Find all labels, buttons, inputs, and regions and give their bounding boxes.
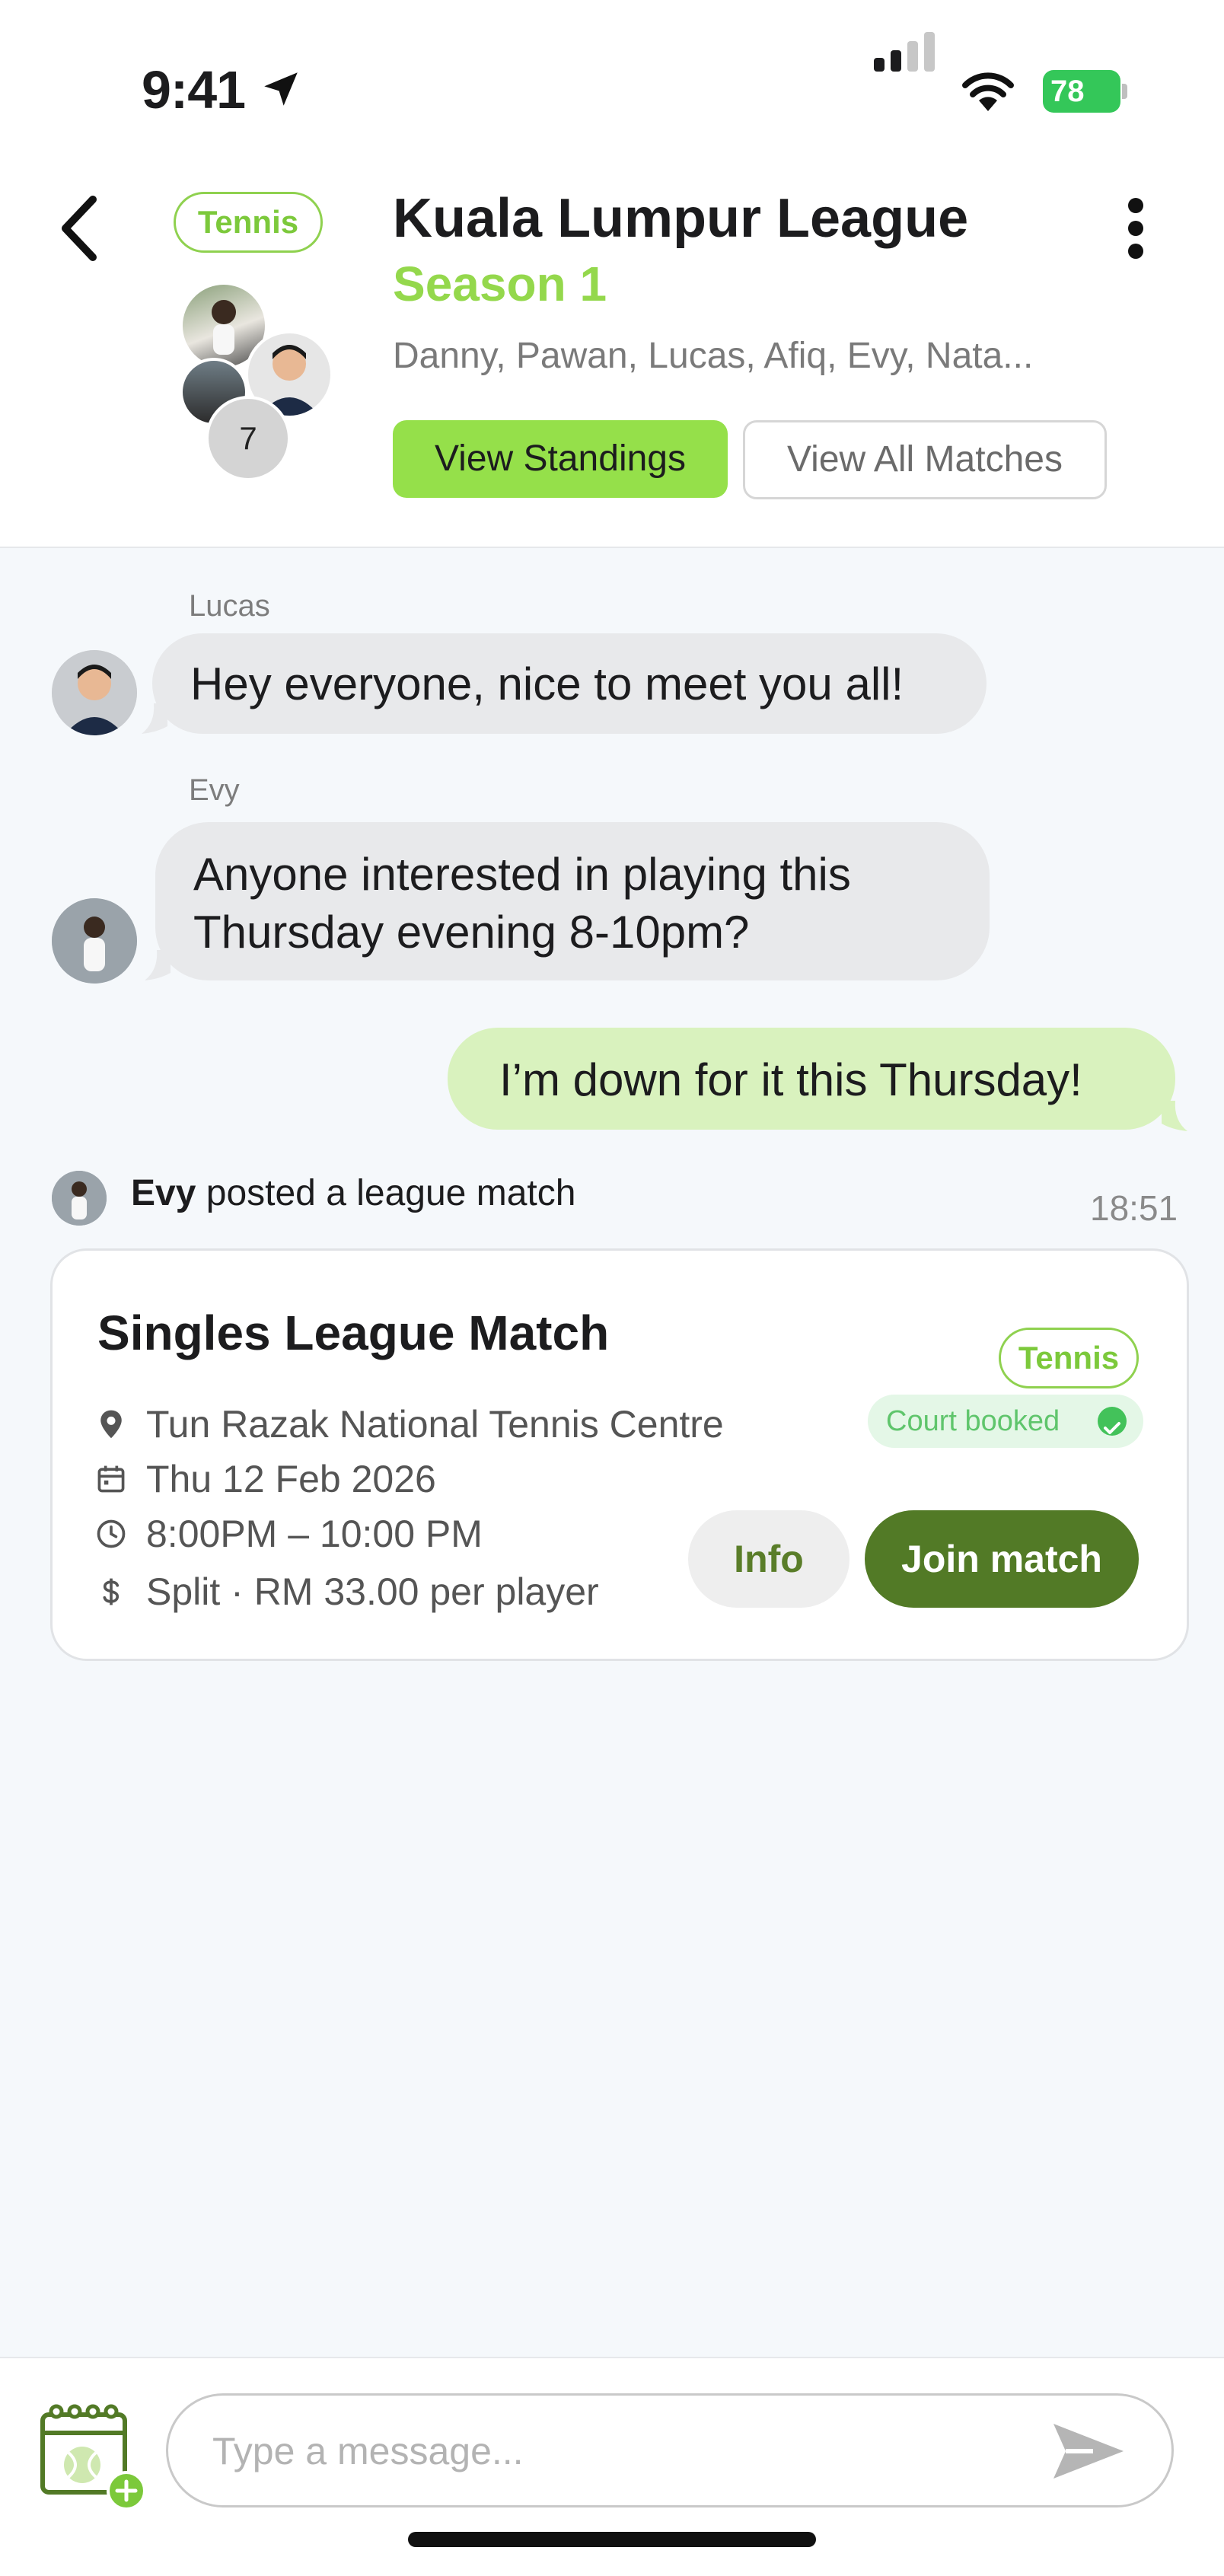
bubble-tail — [145, 950, 171, 980]
date-text: Thu 12 Feb 2026 — [146, 1457, 436, 1500]
avatar[interactable] — [52, 1171, 107, 1226]
member-list[interactable]: Danny, Pawan, Lucas, Afiq, Evy, Nata... — [393, 335, 1033, 377]
message-bubble-outgoing[interactable]: I’m down for it this Thursday! — [448, 1028, 1175, 1130]
post-action: posted a league match — [196, 1173, 576, 1213]
season-label: Season 1 — [393, 257, 607, 311]
message-input[interactable] — [212, 2425, 1050, 2478]
message-text: I’m down for it this Thursday! — [499, 1054, 1082, 1105]
view-all-matches-button[interactable]: View All Matches — [743, 420, 1107, 499]
court-status-badge: Court booked — [868, 1395, 1143, 1448]
time-text: 8:00PM – 10:00 PM — [146, 1512, 483, 1555]
dollar-icon — [103, 1578, 120, 1605]
bubble-tail — [142, 703, 167, 734]
price-row: Split · RM 33.00 per player — [94, 1567, 599, 1614]
message-text-line-2: Thursday evening 8-10pm? — [193, 907, 750, 958]
sender-name: Evy — [189, 773, 240, 807]
wifi-icon — [962, 72, 1014, 111]
location-arrow-icon — [264, 72, 298, 106]
match-title: Singles League Match — [97, 1306, 610, 1360]
check-circle-icon — [1098, 1407, 1127, 1436]
clock-icon — [97, 1519, 126, 1548]
status-time: 9:41 — [142, 60, 246, 120]
sender-name: Lucas — [189, 589, 270, 623]
avatar[interactable] — [52, 650, 137, 735]
post-timestamp: 18:51 — [1090, 1188, 1178, 1228]
send-icon[interactable] — [1050, 2421, 1127, 2482]
message-bubble[interactable]: Hey everyone, nice to meet you all! — [152, 633, 987, 734]
battery-charging-icon: 78 — [1043, 70, 1128, 113]
post-event-text: Evy posted a league match — [131, 1172, 575, 1214]
message-text: Hey everyone, nice to meet you all! — [190, 658, 904, 709]
back-chevron-icon[interactable] — [50, 190, 111, 266]
date-row: Thu 12 Feb 2026 — [94, 1454, 436, 1501]
location-pin-icon — [100, 1410, 122, 1439]
more-options-icon[interactable] — [1117, 190, 1155, 266]
league-title: Kuala Lumpur League — [393, 188, 969, 249]
avatar[interactable] — [52, 898, 137, 984]
venue-row: Tun Razak National Tennis Centre — [94, 1399, 724, 1446]
price-text: Split · RM 33.00 per player — [146, 1570, 599, 1613]
member-count-badge: 7 — [206, 396, 291, 481]
battery-percent: 78 — [1050, 75, 1085, 108]
view-standings-button[interactable]: View Standings — [393, 420, 728, 498]
group-avatar-stack[interactable]: 7 — [180, 282, 333, 481]
join-match-button[interactable]: Join match — [865, 1510, 1139, 1608]
post-actor: Evy — [131, 1173, 196, 1213]
message-bubble[interactable]: Anyone interested in playing this Thursd… — [155, 822, 990, 980]
message-text-line-1: Anyone interested in playing this — [193, 849, 851, 900]
schedule-match-icon[interactable] — [38, 2398, 152, 2512]
info-button[interactable]: Info — [688, 1510, 849, 1608]
time-row: 8:00PM – 10:00 PM — [94, 1509, 483, 1556]
message-input-field[interactable] — [166, 2393, 1174, 2507]
court-status-text: Court booked — [886, 1405, 1060, 1437]
bubble-tail — [1162, 1101, 1187, 1131]
venue-text: Tun Razak National Tennis Centre — [146, 1402, 724, 1446]
home-indicator — [408, 2532, 816, 2547]
match-sport-tag: Tennis — [999, 1328, 1139, 1388]
calendar-icon — [97, 1465, 125, 1493]
sport-tag: Tennis — [174, 192, 323, 253]
